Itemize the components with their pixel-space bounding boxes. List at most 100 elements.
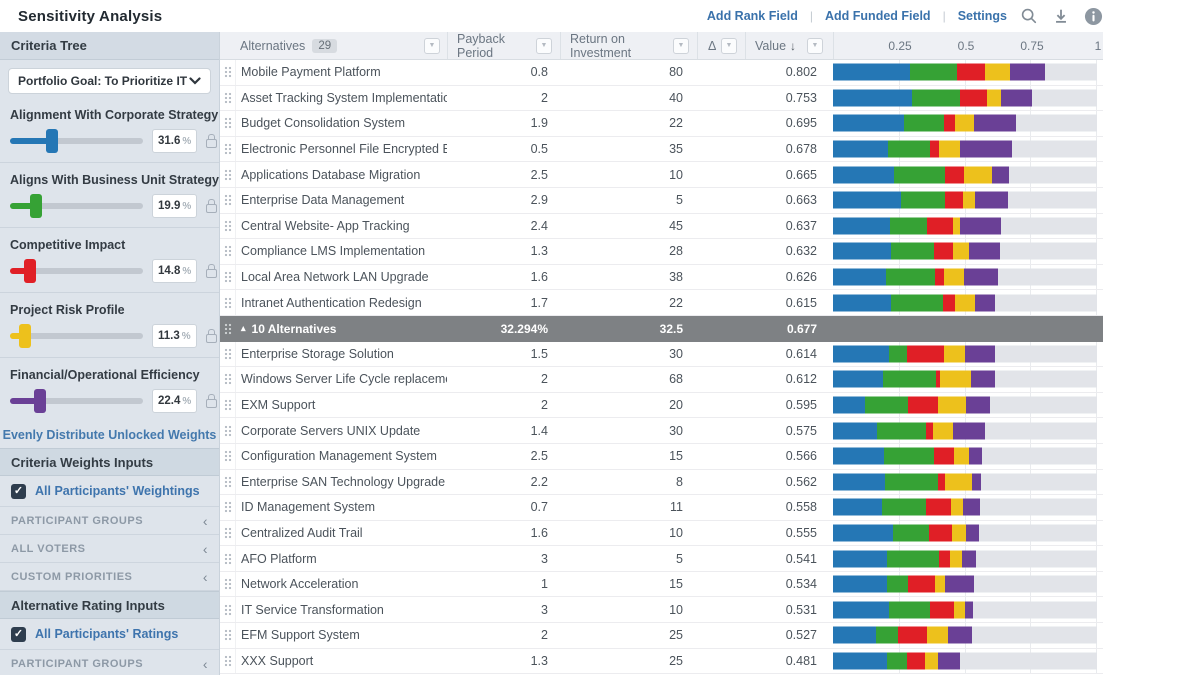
chevron-left-icon[interactable]: ‹ [203, 569, 208, 585]
slider-handle[interactable] [46, 129, 58, 153]
weight-slider[interactable] [10, 259, 143, 283]
column-header-alternatives[interactable]: Alternatives 29 ▼ [220, 32, 447, 59]
add-rank-field-link[interactable]: Add Rank Field [707, 9, 798, 23]
drag-handle[interactable] [220, 111, 236, 136]
lock-icon[interactable] [206, 134, 217, 148]
drag-handle[interactable] [220, 342, 236, 367]
chevron-left-icon[interactable]: ‹ [203, 656, 208, 672]
drag-handle[interactable] [220, 316, 236, 342]
settings-link[interactable]: Settings [958, 9, 1007, 23]
drag-handle[interactable] [220, 521, 236, 546]
alternative-row[interactable]: AFO Platform350.541 [220, 546, 1103, 572]
slider-handle[interactable] [30, 194, 42, 218]
sidebar-checkbox-item[interactable]: ✓All Participants' Ratings [0, 619, 219, 650]
alternative-row[interactable]: Electronic Personnel File Encrypted Ba..… [220, 137, 1103, 163]
slider-handle[interactable] [24, 259, 36, 283]
drag-handle[interactable] [220, 162, 236, 187]
alternative-row[interactable]: Enterprise Data Management2.950.663 [220, 188, 1103, 214]
lock-icon[interactable] [206, 199, 217, 213]
alternative-row[interactable]: Configuration Management System2.5150.56… [220, 444, 1103, 470]
weight-slider[interactable] [10, 389, 143, 413]
slider-handle[interactable] [19, 324, 31, 348]
filter-icon[interactable]: ▼ [807, 38, 823, 54]
collapse-triangle-icon[interactable]: ▴ [241, 323, 246, 334]
search-icon[interactable] [1019, 6, 1039, 26]
alternative-row[interactable]: Central Website- App Tracking2.4450.637 [220, 214, 1103, 240]
alternative-row[interactable]: Compliance LMS Implementation1.3280.632 [220, 239, 1103, 265]
filter-icon[interactable]: ▼ [536, 38, 552, 54]
drag-handle[interactable] [220, 393, 236, 418]
alternative-row[interactable]: Intranet Authentication Redesign1.7220.6… [220, 290, 1103, 316]
checkbox-checked[interactable]: ✓ [11, 484, 26, 499]
drag-handle[interactable] [220, 239, 236, 264]
alternative-row[interactable]: Centralized Audit Trail1.6100.555 [220, 521, 1103, 547]
drag-handle[interactable] [220, 290, 236, 315]
filter-icon[interactable]: ▼ [673, 38, 689, 54]
alternative-row[interactable]: ID Management System0.7110.558 [220, 495, 1103, 521]
drag-handle[interactable] [220, 367, 236, 392]
drag-handle[interactable] [220, 137, 236, 162]
weight-slider[interactable] [10, 324, 143, 348]
sidebar-collapsed-group[interactable]: ALL VOTERS‹ [0, 535, 219, 563]
lock-icon[interactable] [206, 329, 217, 343]
alternative-row[interactable]: Enterprise SAN Technology Upgrade2.280.5… [220, 470, 1103, 496]
column-header-delta[interactable]: Δ ▼ [697, 32, 745, 59]
add-funded-field-link[interactable]: Add Funded Field [825, 9, 931, 23]
lock-icon[interactable] [206, 264, 217, 278]
filter-icon[interactable]: ▼ [424, 38, 440, 54]
alternative-row[interactable]: EFM Support System2250.527 [220, 623, 1103, 649]
alternative-row[interactable]: Local Area Network LAN Upgrade1.6380.626 [220, 265, 1103, 291]
alternative-row[interactable]: IT Service Transformation3100.531 [220, 597, 1103, 623]
alternative-row[interactable]: Applications Database Migration2.5100.66… [220, 162, 1103, 188]
drag-handle[interactable] [220, 444, 236, 469]
alternative-row[interactable]: Corporate Servers UNIX Update1.4300.575 [220, 418, 1103, 444]
checkbox-checked[interactable]: ✓ [11, 627, 26, 642]
filter-icon[interactable]: ▼ [721, 38, 737, 54]
drag-handle[interactable] [220, 495, 236, 520]
chevron-left-icon[interactable]: ‹ [203, 513, 208, 529]
drag-handle[interactable] [220, 470, 236, 495]
alternative-row[interactable]: Budget Consolidation System1.9220.695 [220, 111, 1103, 137]
drag-handle[interactable] [220, 623, 236, 648]
weight-slider[interactable] [10, 129, 143, 153]
column-header-value[interactable]: Value ↓ ▼ [745, 32, 833, 59]
drag-handle[interactable] [220, 572, 236, 597]
drag-handle[interactable] [220, 546, 236, 571]
info-icon[interactable] [1083, 6, 1103, 26]
drag-handle[interactable] [220, 649, 236, 674]
alternative-row[interactable]: Enterprise Storage Solution1.5300.614 [220, 342, 1103, 368]
alternative-row[interactable]: Network Acceleration1150.534 [220, 572, 1103, 598]
drag-handle[interactable] [220, 214, 236, 239]
column-header-return-on-investment[interactable]: Return on Investment ▼ [560, 32, 697, 59]
alternative-row[interactable]: Asset Tracking System Implementation2400… [220, 86, 1103, 112]
sidebar-collapsed-group[interactable]: PARTICIPANT GROUPS‹ [0, 650, 219, 675]
column-header-payback-period[interactable]: Payback Period ▼ [447, 32, 560, 59]
group-summary-row[interactable]: ▴10 Alternatives32.294%32.50.677 [220, 316, 1103, 342]
alternative-row[interactable]: XXX Support1.3250.481 [220, 649, 1103, 675]
weight-value-field[interactable]: 19.9% [152, 194, 197, 218]
weight-slider[interactable] [10, 194, 143, 218]
evenly-distribute-link[interactable]: Evenly Distribute Unlocked Weights [0, 422, 219, 448]
weight-value-field[interactable]: 11.3% [152, 324, 197, 348]
drag-handle[interactable] [220, 265, 236, 290]
download-icon[interactable] [1051, 6, 1071, 26]
weight-value-field[interactable]: 22.4% [152, 389, 197, 413]
chevron-left-icon[interactable]: ‹ [203, 541, 208, 557]
drag-handle[interactable] [220, 418, 236, 443]
drag-handle[interactable] [220, 60, 236, 85]
drag-handle[interactable] [220, 86, 236, 111]
alternative-row[interactable]: EXM Support2200.595 [220, 393, 1103, 419]
slider-handle[interactable] [34, 389, 46, 413]
lock-icon[interactable] [206, 394, 217, 408]
weight-value-field[interactable]: 31.6% [152, 129, 197, 153]
drag-handle[interactable] [220, 188, 236, 213]
drag-handle[interactable] [220, 597, 236, 622]
alternative-row[interactable]: Mobile Payment Platform0.8800.802 [220, 60, 1103, 86]
portfolio-goal-dropdown[interactable]: Portfolio Goal: To Prioritize IT Progr..… [8, 68, 211, 94]
sort-descending-icon[interactable]: ↓ [790, 39, 796, 53]
sidebar-collapsed-group[interactable]: PARTICIPANT GROUPS‹ [0, 507, 219, 535]
alternative-row[interactable]: Windows Server Life Cycle replacement268… [220, 367, 1103, 393]
sidebar-collapsed-group[interactable]: CUSTOM PRIORITIES‹ [0, 563, 219, 591]
weight-value-field[interactable]: 14.8% [152, 259, 197, 283]
sidebar-checkbox-item[interactable]: ✓All Participants' Weightings [0, 476, 219, 507]
